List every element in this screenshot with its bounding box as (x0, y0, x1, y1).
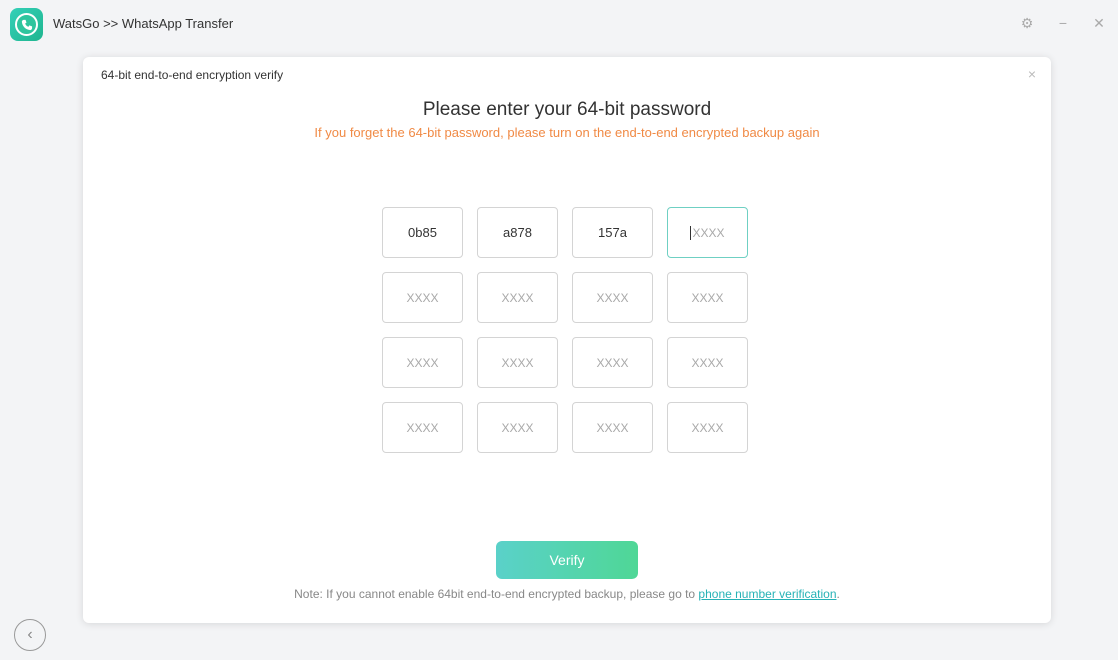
password-segment-input[interactable]: XXXX (477, 402, 558, 453)
segment-placeholder: XXXX (406, 420, 439, 435)
verify-button[interactable]: Verify (496, 541, 638, 579)
close-window-button[interactable]: ✕ (1088, 12, 1110, 34)
note-prefix: Note: If you cannot enable 64bit end-to-… (294, 587, 699, 601)
segment-placeholder: XXXX (691, 355, 724, 370)
close-icon: ✕ (1093, 14, 1105, 31)
segment-placeholder: XXXX (692, 225, 725, 240)
dialog-close-button[interactable]: × (1023, 65, 1041, 83)
password-segment-input[interactable]: XXXX (667, 207, 748, 258)
segment-placeholder: XXXX (501, 290, 534, 305)
text-caret (690, 225, 692, 240)
settings-button[interactable]: ⚙ (1016, 12, 1038, 34)
close-icon: × (1027, 66, 1037, 82)
segment-value: 0b85 (408, 225, 437, 240)
dialog-title: 64-bit end-to-end encryption verify (101, 68, 284, 82)
note-text: Note: If you cannot enable 64bit end-to-… (83, 587, 1051, 601)
back-button[interactable]: ‹ (14, 619, 46, 651)
password-segment-input[interactable]: XXXX (572, 337, 653, 388)
phone-number-verification-link[interactable]: phone number verification (698, 587, 836, 601)
password-segment-input[interactable]: XXXX (667, 402, 748, 453)
segment-placeholder: XXXX (596, 355, 629, 370)
warning-subheading: If you forget the 64-bit password, pleas… (314, 125, 820, 140)
segment-placeholder: XXXX (596, 290, 629, 305)
chevron-left-icon: ‹ (27, 626, 33, 643)
segment-value: 157a (598, 225, 627, 240)
minimize-button[interactable]: − (1052, 12, 1074, 34)
segment-placeholder: XXXX (691, 420, 724, 435)
segment-placeholder: XXXX (501, 355, 534, 370)
title-bar: WatsGo >> WhatsApp Transfer ⚙ − ✕ (0, 0, 1118, 48)
password-grid: 0b85 a878 157a XXXX XXXX XXXX XXXX XXXX XXXX XXXX… (382, 207, 748, 453)
password-segment-input[interactable]: XXXX (477, 272, 558, 323)
segment-placeholder: XXXX (596, 420, 629, 435)
password-segment-input[interactable]: a878 (477, 207, 558, 258)
password-segment-input[interactable]: 0b85 (382, 207, 463, 258)
window-controls: ⚙ − ✕ (1016, 12, 1110, 34)
password-segment-input[interactable]: XXXX (572, 402, 653, 453)
password-segment-input[interactable]: XXXX (382, 337, 463, 388)
encryption-verify-dialog: 64-bit end-to-end encryption verify × Pl… (83, 57, 1051, 623)
app-title: WatsGo >> WhatsApp Transfer (53, 16, 234, 31)
phone-icon (21, 19, 33, 31)
password-segment-input[interactable]: XXXX (382, 402, 463, 453)
segment-placeholder: XXXX (406, 355, 439, 370)
segment-placeholder: XXXX (406, 290, 439, 305)
segment-placeholder: XXXX (501, 420, 534, 435)
note-suffix: . (836, 587, 840, 601)
segment-placeholder: XXXX (691, 290, 724, 305)
page-heading: Please enter your 64-bit password (422, 99, 712, 120)
password-segment-input[interactable]: XXXX (667, 337, 748, 388)
password-segment-input[interactable]: 157a (572, 207, 653, 258)
gear-icon: ⚙ (1020, 14, 1034, 31)
password-segment-input[interactable]: XXXX (477, 337, 558, 388)
password-segment-input[interactable]: XXXX (572, 272, 653, 323)
whatsapp-transfer-logo-icon (10, 8, 43, 41)
password-segment-input[interactable]: XXXX (382, 272, 463, 323)
minimize-icon: − (1058, 15, 1068, 31)
segment-value: a878 (503, 225, 532, 240)
password-segment-input[interactable]: XXXX (667, 272, 748, 323)
